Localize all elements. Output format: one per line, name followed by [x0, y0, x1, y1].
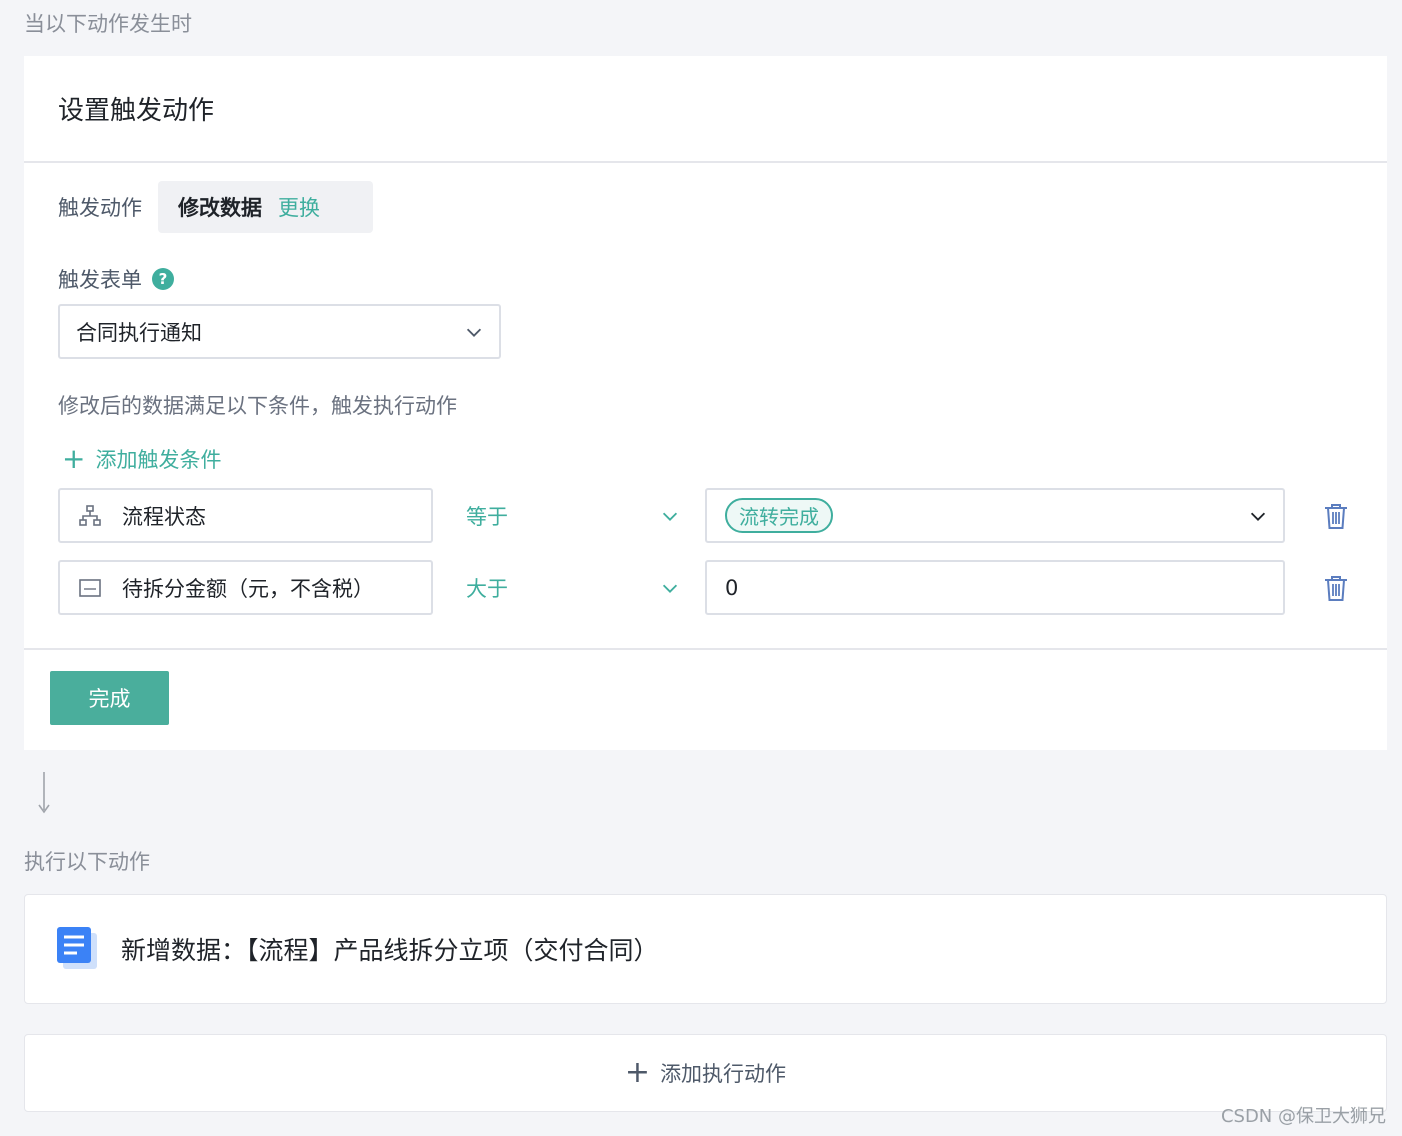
trigger-card: 设置触发动作 触发动作 修改数据 更换 触发表单 ? 合同执行通知 修改后的数据…	[24, 56, 1387, 750]
condition-operator-label: 等于	[466, 504, 508, 529]
condition-description: 修改后的数据满足以下条件，触发执行动作	[58, 394, 457, 418]
number-field-icon	[79, 578, 101, 597]
add-condition-button[interactable]: + 添加触发条件	[62, 444, 221, 474]
divider	[24, 648, 1387, 650]
exec-action-card[interactable]: 新增数据：【流程】产品线拆分立项（交付合同）	[24, 894, 1387, 1004]
done-button[interactable]: 完成	[50, 671, 169, 725]
trigger-action-label: 触发动作	[58, 196, 142, 220]
condition-value-select[interactable]: 流转完成	[705, 488, 1285, 543]
trash-icon[interactable]	[1323, 574, 1349, 602]
trash-icon[interactable]	[1323, 502, 1349, 530]
trigger-action-value: 修改数据	[178, 196, 262, 220]
plus-icon: +	[62, 442, 86, 475]
document-icon	[57, 927, 97, 969]
condition-operator-select[interactable]: 等于	[466, 488, 681, 543]
chevron-down-icon	[466, 328, 482, 337]
exec-action-text: 新增数据：【流程】产品线拆分立项（交付合同）	[121, 936, 659, 965]
exec-section-label: 执行以下动作	[24, 850, 150, 874]
help-icon[interactable]: ?	[152, 268, 174, 290]
trigger-form-select[interactable]: 合同执行通知	[58, 304, 501, 359]
plus-icon: +	[624, 1055, 651, 1090]
trigger-form-value: 合同执行通知	[76, 320, 202, 345]
watermark: CSDN @保卫大狮兄	[1220, 1106, 1386, 1127]
trigger-action-chip: 修改数据 更换	[158, 181, 373, 233]
arrow-down-icon	[38, 772, 50, 814]
add-exec-action-label: 添加执行动作	[660, 1062, 787, 1086]
condition-value-input[interactable]: 0	[705, 560, 1285, 615]
add-condition-label: 添加触发条件	[95, 448, 222, 472]
chevron-down-icon	[662, 584, 678, 593]
add-exec-action-button[interactable]: + 添加执行动作	[24, 1034, 1387, 1112]
condition-value-text: 0	[725, 575, 739, 600]
condition-row: 待拆分金额（元，不含税） 大于 0	[58, 560, 1358, 615]
chevron-down-icon	[1250, 512, 1266, 521]
condition-row: 流程状态 等于 流转完成	[58, 488, 1358, 543]
trigger-action-row: 触发动作 修改数据 更换	[58, 181, 373, 233]
value-tag: 流转完成	[725, 498, 833, 533]
card-title: 设置触发动作	[24, 56, 1387, 163]
condition-field-select[interactable]: 待拆分金额（元，不含税）	[58, 560, 433, 615]
condition-operator-select[interactable]: 大于	[466, 560, 681, 615]
trigger-form-label-row: 触发表单 ?	[58, 264, 174, 294]
trigger-section-label: 当以下动作发生时	[24, 12, 192, 36]
org-tree-icon	[79, 504, 101, 526]
condition-field-select[interactable]: 流程状态	[58, 488, 433, 543]
switch-action-link[interactable]: 更换	[278, 192, 320, 222]
trigger-form-label: 触发表单	[58, 268, 142, 292]
condition-operator-label: 大于	[466, 576, 508, 601]
chevron-down-icon	[662, 512, 678, 521]
condition-field-label: 流程状态	[122, 504, 206, 529]
condition-field-label: 待拆分金额（元，不含税）	[122, 576, 374, 601]
